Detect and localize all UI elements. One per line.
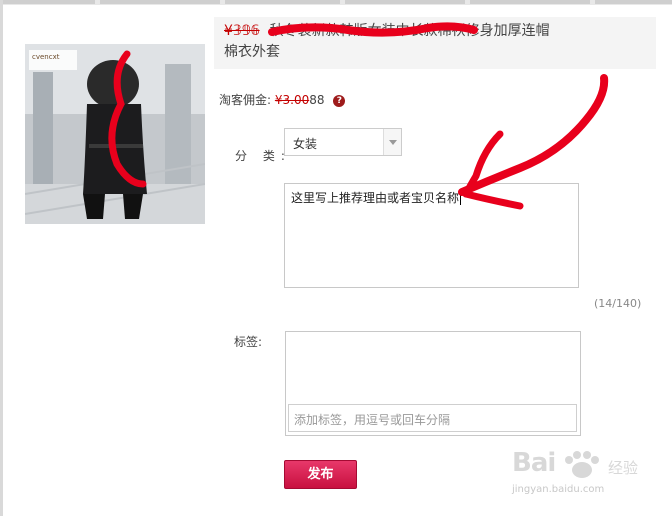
- commission-label: 淘客佣金:: [219, 93, 272, 107]
- toolbar-segment: [225, 0, 340, 4]
- baidu-jingyan-watermark: Bai 经验 jingyan.baidu.com: [512, 448, 642, 502]
- product-price: ¥𝟛𝟡𝟞: [224, 23, 260, 39]
- top-toolbar-strip: [0, 0, 672, 5]
- toolbar-segment: [100, 0, 220, 4]
- toolbar-segment: [595, 0, 672, 4]
- commission-value-suffix: 88: [309, 93, 325, 107]
- recommendation-text: 这里写上推荐理由或者宝贝名称: [291, 191, 462, 205]
- category-select[interactable]: 女装: [284, 128, 402, 156]
- toolbar-segment: [470, 0, 590, 4]
- red-scribble-mark: [268, 22, 478, 37]
- recommendation-textarea[interactable]: 这里写上推荐理由或者宝贝名称: [284, 183, 579, 288]
- char-counter: (14/140): [594, 297, 642, 310]
- product-title-line2: 棉衣外套: [224, 44, 280, 60]
- text-caret: [460, 192, 462, 205]
- tags-box[interactable]: 添加标签，用逗号或回车分隔: [285, 331, 581, 436]
- category-selected-value: 女装: [293, 137, 318, 151]
- publish-button[interactable]: 发布: [284, 460, 357, 489]
- watermark-url: jingyan.baidu.com: [512, 484, 605, 495]
- image-brand-text: cvencxt: [32, 53, 60, 61]
- commission-masked-value: ¥3.00: [274, 93, 310, 107]
- category-label: 分 类:: [235, 149, 291, 163]
- toolbar-segment: [0, 0, 95, 4]
- toolbar-segment: [345, 0, 465, 4]
- watermark-sub: 经验: [608, 459, 639, 477]
- tags-input[interactable]: 添加标签，用逗号或回车分隔: [288, 404, 577, 432]
- tags-label: 标签:: [234, 335, 263, 349]
- paw-icon: [565, 451, 599, 478]
- watermark-brand: Bai: [512, 448, 556, 478]
- commission-row: 淘客佣金: ¥3.0088 ?: [219, 91, 346, 108]
- help-icon[interactable]: ?: [333, 94, 346, 107]
- left-border: [0, 0, 3, 516]
- product-image: cvencxt: [25, 44, 205, 224]
- chevron-down-icon[interactable]: [383, 129, 401, 155]
